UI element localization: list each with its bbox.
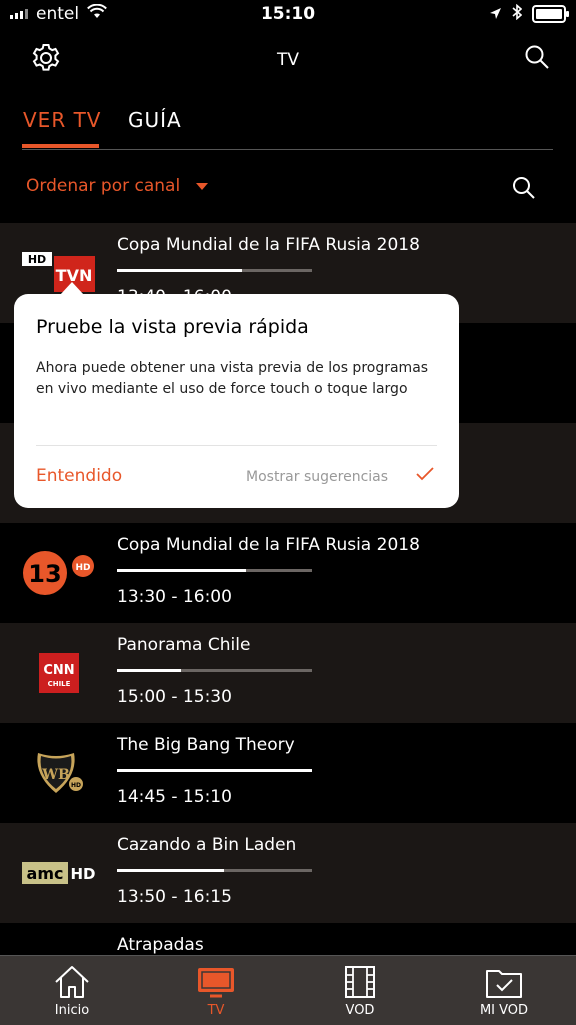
tab-bar-top: VER TV GUÍA [22,104,553,150]
checkmark-icon[interactable] [415,466,435,486]
sort-dropdown[interactable]: Ordenar por canal [26,176,180,196]
channel-row[interactable]: CNN CHILE Panorama Chile 15:00 - 15:30 [0,623,576,723]
popup-body: Ahora puede obtener una vista previa de … [36,360,429,397]
progress-fill [117,769,312,772]
page-title: TV [276,50,299,70]
status-right [489,3,569,24]
tab-inicio[interactable]: Inicio [0,956,144,1025]
battery-icon [532,5,569,23]
cnn-chile-logo: CNN CHILE [20,645,98,701]
top-nav: TV [0,30,576,90]
show-tips-toggle[interactable]: Mostrar sugerencias [246,469,388,485]
program-time: 15:00 - 15:30 [117,687,232,707]
tab-label: MI VOD [479,1003,529,1018]
channel-row[interactable]: amc HD Cazando a Bin Laden 13:50 - 16:15 [0,823,576,923]
tvn-hd-text: HD [28,253,46,266]
c13-hd-text: HD [75,563,90,573]
wb-text: WB [41,767,70,783]
program-title: The Big Bang Theory [117,735,295,755]
sort-bar: Ordenar por canal [0,160,576,215]
program-time: 13:30 - 16:00 [117,587,232,607]
progress-bar [117,269,312,272]
popup-title: Pruebe la vista previa rápida [36,316,309,338]
bluetooth-icon [512,3,523,24]
tab-ver-tv[interactable]: VER TV [23,108,101,132]
tab-label: Inicio [54,1003,90,1018]
cnn-sub-text: CHILE [48,680,71,688]
cnn-text: CNN [43,663,74,678]
progress-bar [117,769,312,772]
tv-icon [196,964,236,1000]
folder-check-icon [484,964,524,1000]
tvn-logo: HD TVN [20,245,98,301]
progress-bar [117,869,312,872]
amc-logo: amc HD [20,845,98,901]
channel-row[interactable]: 13 HD Copa Mundial de la FIFA Rusia 2018… [0,523,576,623]
program-title: Panorama Chile [117,635,251,655]
progress-bar [117,669,312,672]
bottom-tab-bar: Inicio TV VOD MI VOD [0,955,576,1025]
popup-arrow [60,282,84,295]
program-title: Atrapadas [117,935,204,955]
program-title: Copa Mundial de la FIFA Rusia 2018 [117,535,420,555]
canal-13-logo: 13 HD [20,545,98,601]
program-title: Cazando a Bin Laden [117,835,297,855]
tab-vod[interactable]: VOD [288,956,432,1025]
progress-fill [117,569,246,572]
quick-preview-popup: Pruebe la vista previa rápida Ahora pued… [14,282,459,508]
chevron-down-icon[interactable] [196,183,208,190]
program-time: 14:45 - 15:10 [117,787,232,807]
home-icon [52,964,92,1000]
c13-text: 13 [28,560,61,588]
channel-row[interactable]: WB HD The Big Bang Theory 14:45 - 15:10 [0,723,576,823]
film-icon [340,964,380,1000]
channel-search-icon[interactable] [512,176,536,204]
tab-label: VOD [345,1003,375,1018]
amc-text: amc [27,864,64,883]
status-bar: entel 15:10 [0,0,576,30]
progress-fill [117,869,225,872]
progress-bar [117,569,312,572]
entendido-button[interactable]: Entendido [36,466,122,486]
amc-hd-text: HD [70,865,95,883]
program-title: Copa Mundial de la FIFA Rusia 2018 [117,235,420,255]
search-icon[interactable] [524,44,550,74]
tab-mi-vod[interactable]: MI VOD [432,956,576,1025]
progress-fill [117,669,182,672]
tab-guia[interactable]: GUÍA [128,108,182,132]
wb-hd-text: HD [71,782,81,789]
popup-divider [36,445,437,446]
progress-fill [117,269,242,272]
program-time: 13:50 - 16:15 [117,887,232,907]
location-icon [489,5,502,24]
active-tab-indicator [22,144,99,148]
tab-tv[interactable]: TV [144,956,288,1025]
warner-bros-logo: WB HD [20,745,98,801]
tab-label: TV [207,1003,225,1018]
